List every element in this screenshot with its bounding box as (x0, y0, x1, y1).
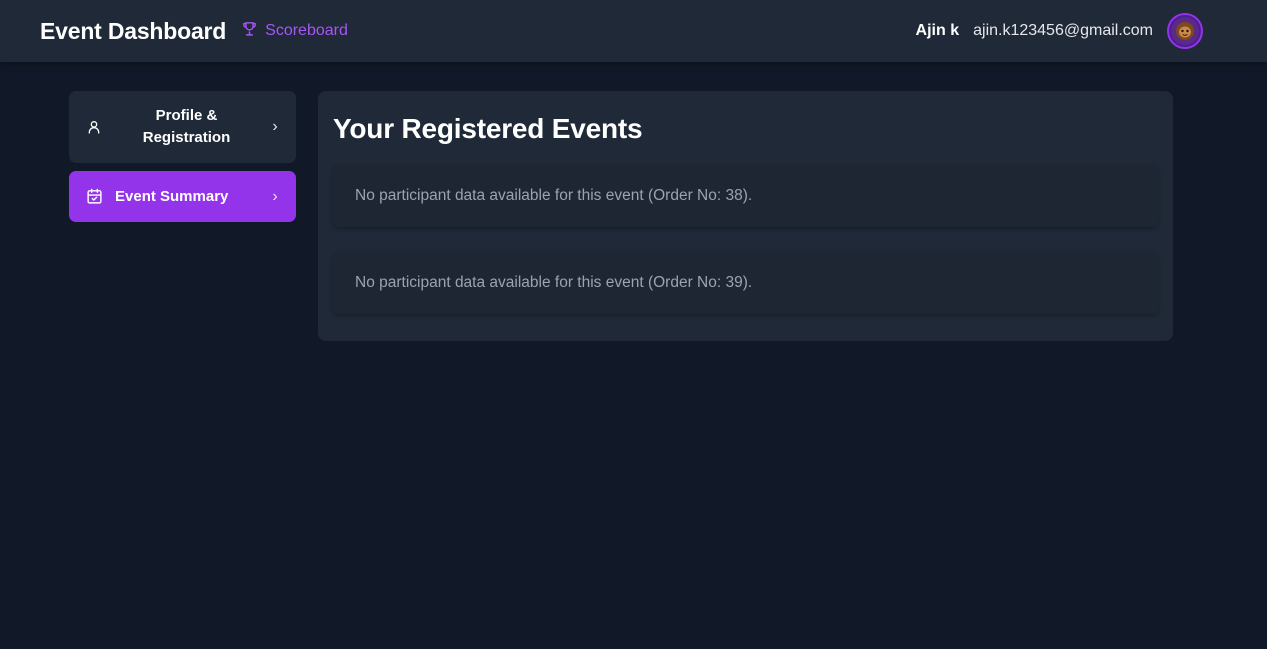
user-icon (85, 118, 103, 136)
sidebar-item-label: Event Summary (115, 188, 229, 205)
chevron-right-icon: › (272, 118, 278, 135)
user-email: ajin.k123456@gmail.com (973, 22, 1153, 39)
trophy-icon (241, 20, 265, 42)
user-name: Ajin k (915, 22, 960, 39)
app-title: Event Dashboard (40, 17, 227, 44)
scoreboard-label: Scoreboard (265, 22, 348, 39)
chevron-right-icon: › (272, 187, 278, 205)
calendar-check-icon (85, 188, 103, 206)
user-area: Ajin k ajin.k123456@gmail.com (916, 13, 1203, 49)
sidebar-item-label: Profile & Registration (142, 107, 231, 146)
page-title: Your Registered Events (333, 113, 643, 144)
scoreboard-link[interactable]: Scoreboard (241, 20, 348, 42)
top-navigation-bar: Event Dashboard Scoreboard Ajin k ajin.k… (0, 0, 1267, 62)
sidebar-item-profile-registration[interactable]: Profile & Registration › (69, 91, 296, 163)
avatar[interactable] (1167, 13, 1203, 49)
sidebar-item-event-summary[interactable]: Event Summary › (69, 171, 296, 222)
sidebar: Profile & Registration › Event Summary › (69, 91, 296, 222)
brand-area: Event Dashboard Scoreboard (40, 18, 348, 45)
event-card: No participant data available for this e… (333, 252, 1158, 314)
event-card-message: No participant data available for this e… (355, 274, 753, 291)
event-card: No participant data available for this e… (333, 165, 1158, 227)
event-card-message: No participant data available for this e… (355, 187, 753, 204)
registered-events-panel: Your Registered Events No participant da… (318, 91, 1173, 341)
